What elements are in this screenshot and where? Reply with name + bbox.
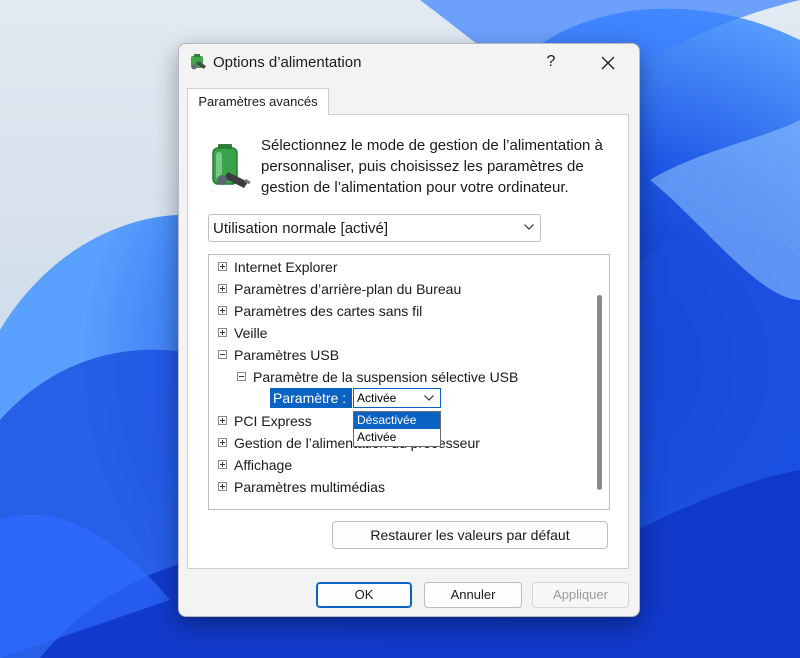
collapse-minus-icon[interactable] [237, 372, 246, 381]
dropdown-option-disabled[interactable]: Désactivée [354, 412, 440, 429]
chevron-down-icon [524, 224, 534, 230]
window-title: Options d’alimentation [213, 54, 362, 71]
settings-tree[interactable]: Internet Explorer Paramètres d’arrière-p… [208, 254, 610, 510]
cancel-button[interactable]: Annuler [424, 582, 522, 608]
expand-plus-icon[interactable] [218, 284, 227, 293]
apply-button[interactable]: Appliquer [532, 582, 629, 608]
tree-item-label: Veille [234, 325, 268, 341]
description-text: Sélectionnez le mode de gestion de l’ali… [261, 137, 603, 196]
tree-item-label: Internet Explorer [234, 259, 338, 275]
power-options-icon [191, 54, 206, 70]
power-plan-select[interactable]: Utilisation normale [activé] [208, 214, 541, 242]
close-icon [601, 56, 615, 70]
dropdown-option-enabled[interactable]: Activée [354, 429, 440, 446]
expand-plus-icon[interactable] [218, 438, 227, 447]
tree-scrollbar[interactable] [594, 257, 606, 507]
setting-value-select[interactable]: Activée [353, 388, 441, 408]
expand-plus-icon[interactable] [218, 306, 227, 315]
tree-item-label: Paramètre de la suspension sélective USB [253, 369, 519, 385]
expand-plus-icon[interactable] [218, 482, 227, 491]
ok-button[interactable]: OK [316, 582, 412, 608]
help-button[interactable]: ? [531, 48, 571, 76]
expand-plus-icon[interactable] [218, 460, 227, 469]
expand-plus-icon[interactable] [218, 416, 227, 425]
title-bar[interactable]: Options d’alimentation ? [179, 44, 639, 80]
setting-label[interactable]: Paramètre : [270, 388, 352, 408]
power-options-dialog: Options d’alimentation ? Paramètres avan… [178, 43, 640, 617]
collapse-minus-icon[interactable] [218, 350, 227, 359]
tree-item-label: Paramètres des cartes sans fil [234, 303, 423, 319]
tree-item-label: Paramètres multimédias [234, 479, 385, 495]
tree-item-label: Affichage [234, 457, 293, 473]
advanced-settings-panel: Sélectionnez le mode de gestion de l’ali… [187, 114, 629, 569]
power-plan-value: Utilisation normale [activé] [213, 220, 389, 237]
tree-item-label: Paramètres d’arrière-plan du Bureau [234, 281, 462, 297]
expand-plus-icon[interactable] [218, 328, 227, 337]
tree-item-label: Paramètres USB [234, 347, 340, 363]
scrollbar-thumb[interactable] [597, 295, 602, 490]
tab-advanced-settings[interactable]: Paramètres avancés [187, 88, 329, 115]
expand-plus-icon[interactable] [218, 262, 227, 271]
setting-dropdown-list: Désactivée Activée [353, 411, 441, 447]
battery-plug-icon [212, 144, 251, 188]
setting-value: Activée [357, 391, 397, 405]
close-button[interactable] [585, 48, 631, 76]
restore-defaults-button[interactable]: Restaurer les valeurs par défaut [332, 521, 608, 549]
chevron-down-icon [424, 395, 434, 401]
tree-item-label: PCI Express [234, 413, 312, 429]
